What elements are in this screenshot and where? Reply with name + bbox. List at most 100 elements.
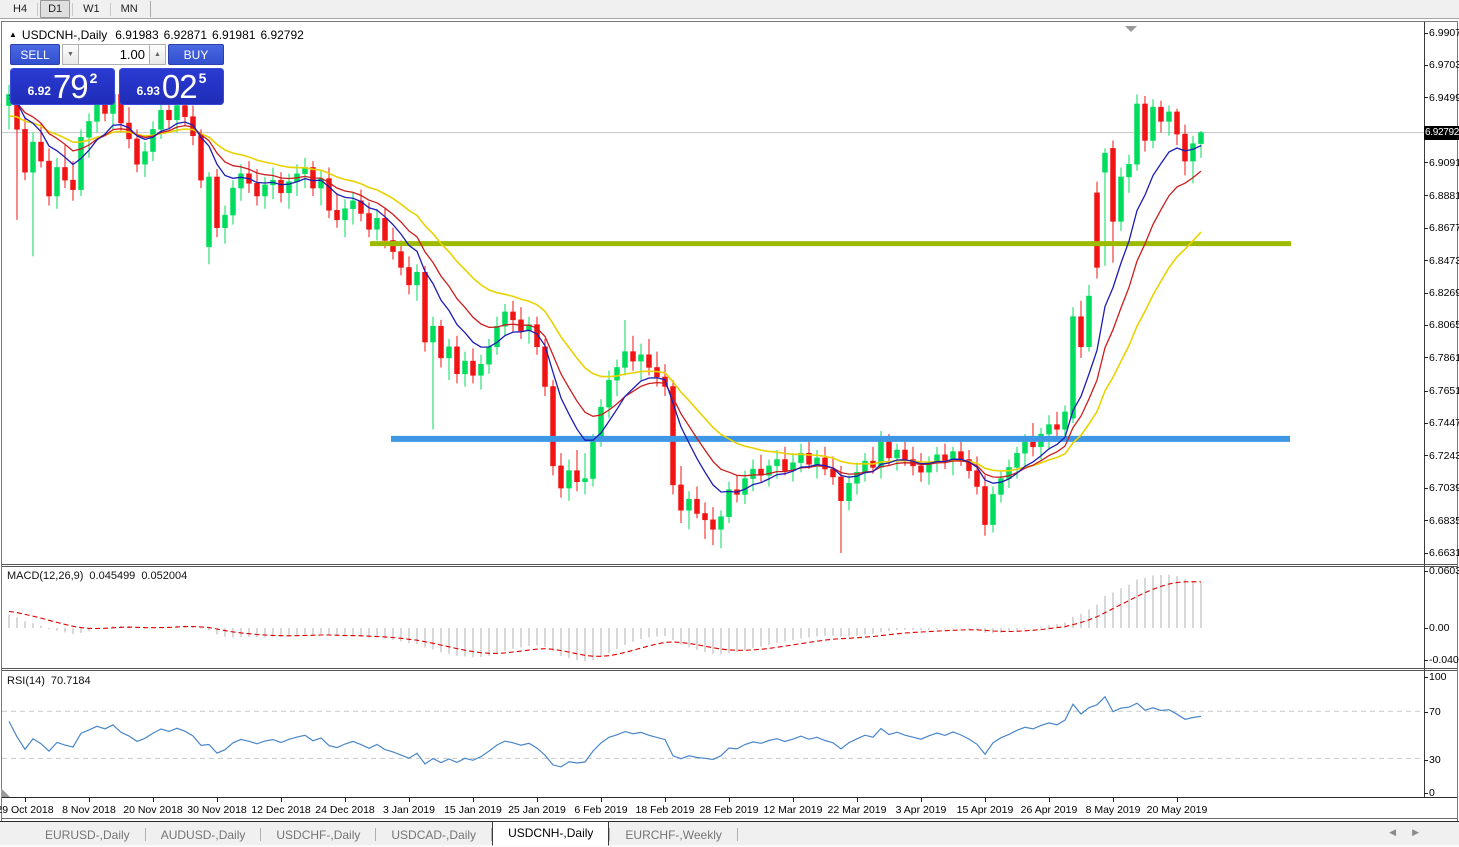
one-click-trade-panel: SELL ▼ 1.00 ▲ BUY 6.92 79 2 6.93 02 5 bbox=[10, 44, 224, 105]
support-line[interactable] bbox=[391, 435, 1290, 442]
toolbar-separator bbox=[109, 2, 111, 16]
date-tick bbox=[345, 798, 346, 802]
date-tick bbox=[537, 798, 538, 802]
price-axis-label: 6.80650 bbox=[1429, 319, 1459, 332]
ask-price-box[interactable]: 6.93 02 5 bbox=[119, 68, 224, 105]
rsi-header: RSI(14) 70.7184 bbox=[7, 675, 91, 687]
resistance-line[interactable] bbox=[370, 241, 1291, 247]
price-axis-label: 6.99070 bbox=[1429, 27, 1459, 39]
rsi-axis-label: 0 bbox=[1429, 787, 1435, 799]
bid-price-pip: 2 bbox=[89, 70, 98, 86]
chart-title: ▲ USDCNH-,Daily 6.91983 6.92871 6.91981 … bbox=[9, 28, 304, 42]
macd-main-value: 0.045499 bbox=[89, 570, 136, 582]
price-axis-label: 6.86770 bbox=[1429, 222, 1459, 235]
ohlc-high: 6.92871 bbox=[163, 28, 208, 42]
price-axis-label: 6.97030 bbox=[1429, 59, 1459, 72]
axis-tick bbox=[1424, 292, 1428, 294]
chart-shift-marker-icon[interactable] bbox=[1125, 26, 1137, 32]
tab-scroll-right-icon[interactable]: ▶ bbox=[1412, 827, 1419, 838]
timeframe-w1-button[interactable]: W1 bbox=[75, 0, 108, 18]
axis-tick bbox=[1424, 324, 1428, 326]
date-tick bbox=[281, 798, 282, 802]
macd-panel bbox=[8, 574, 1202, 662]
macd-axis-label: -0.04041 bbox=[1429, 654, 1459, 666]
rsi-line bbox=[8, 695, 1202, 768]
tab-eurusd-daily[interactable]: EURUSD-,Daily bbox=[30, 825, 145, 845]
price-axis-label: 6.72430 bbox=[1429, 449, 1459, 462]
axis-tick bbox=[1424, 32, 1428, 34]
timeframe-mn-button[interactable]: MN bbox=[113, 0, 146, 18]
price-axis-label: 6.70390 bbox=[1429, 482, 1459, 495]
ask-price-big: 02 bbox=[161, 68, 198, 105]
timeframe-h4-button[interactable]: H4 bbox=[5, 0, 35, 18]
rsi-panel bbox=[2, 695, 1424, 768]
trade-panel-toggle-icon[interactable]: ▲ bbox=[9, 30, 17, 39]
axis-tick bbox=[1424, 260, 1428, 262]
axis-tick bbox=[1424, 520, 1428, 522]
price-axis-label: 6.66310 bbox=[1429, 547, 1459, 559]
volume-decrease-button[interactable]: ▼ bbox=[62, 44, 79, 65]
tab-separator bbox=[736, 828, 738, 841]
timeframe-d1-button[interactable]: D1 bbox=[40, 0, 71, 18]
macd-signal-line bbox=[8, 581, 1202, 657]
date-tick bbox=[89, 798, 90, 802]
axis-tick bbox=[1424, 64, 1428, 66]
symbol-period-label: USDCNH-,Daily bbox=[21, 28, 108, 42]
date-label: 18 Feb 2019 bbox=[635, 804, 695, 816]
date-label: 6 Feb 2019 bbox=[574, 804, 628, 816]
axis-tick bbox=[1424, 422, 1428, 424]
date-label: 20 Nov 2018 bbox=[123, 804, 183, 816]
axis-tick bbox=[1424, 676, 1428, 678]
date-tick bbox=[601, 798, 602, 802]
price-axis-label: 6.76510 bbox=[1429, 385, 1459, 398]
macd-title: MACD(12,26,9) bbox=[7, 570, 84, 582]
date-label: 15 Apr 2019 bbox=[956, 804, 1014, 816]
tab-scroll-left-icon[interactable]: ◀ bbox=[1389, 827, 1396, 838]
axis-tick bbox=[1424, 627, 1428, 629]
date-label: 24 Dec 2018 bbox=[315, 804, 375, 816]
date-label: 3 Jan 2019 bbox=[383, 804, 435, 816]
buy-button[interactable]: BUY bbox=[168, 44, 224, 65]
macd-axis-label: 0.060342 bbox=[1429, 565, 1459, 577]
tab-usdchf-daily[interactable]: USDCHF-,Daily bbox=[261, 825, 375, 845]
volume-input[interactable]: 1.00 bbox=[79, 44, 149, 65]
volume-increase-button[interactable]: ▲ bbox=[149, 44, 166, 65]
bid-price-box[interactable]: 6.92 79 2 bbox=[10, 68, 115, 105]
axis-tick bbox=[1424, 390, 1428, 392]
rsi-axis-label: 100 bbox=[1429, 671, 1447, 683]
date-label: 8 May 2019 bbox=[1085, 804, 1141, 816]
axis-tick bbox=[1424, 659, 1428, 661]
sell-button[interactable]: SELL bbox=[10, 44, 60, 65]
ask-price-pip: 5 bbox=[198, 70, 207, 86]
tab-eurchf-weekly[interactable]: EURCHF-,Weekly bbox=[610, 825, 736, 845]
tab-audusd-daily[interactable]: AUDUSD-,Daily bbox=[146, 825, 261, 845]
rsi-title: RSI(14) bbox=[7, 675, 45, 687]
price-axis-label: 6.90910 bbox=[1429, 156, 1459, 169]
scroll-begin-grip-icon bbox=[1, 788, 10, 797]
macd-signal-value: 0.052004 bbox=[141, 570, 188, 582]
ask-price-prefix: 6.93 bbox=[136, 84, 160, 98]
date-tick bbox=[473, 798, 474, 802]
date-tick bbox=[25, 798, 26, 802]
axis-tick bbox=[1424, 487, 1428, 489]
date-label: 3 Apr 2019 bbox=[895, 804, 947, 816]
date-label: 22 Mar 2019 bbox=[827, 804, 887, 816]
axis-tick bbox=[1424, 759, 1428, 761]
price-axis-label: 6.68350 bbox=[1429, 514, 1459, 527]
date-label: 12 Dec 2018 bbox=[251, 804, 311, 816]
tab-usdcad-daily[interactable]: USDCAD-,Daily bbox=[376, 825, 491, 845]
toolbar-separator bbox=[72, 2, 74, 16]
axis-tick bbox=[1424, 195, 1428, 197]
chart-canvas bbox=[1, 21, 1458, 846]
rsi-axis-label: 30 bbox=[1429, 754, 1441, 766]
axis-tick bbox=[1424, 357, 1428, 359]
ohlc-close: 6.92792 bbox=[260, 28, 304, 42]
tab-usdcnh-daily[interactable]: USDCNH-,Daily bbox=[492, 821, 610, 846]
macd-header: MACD(12,26,9) 0.045499 0.052004 bbox=[7, 570, 187, 582]
date-tick bbox=[1177, 798, 1178, 802]
date-tick bbox=[985, 798, 986, 802]
timeframe-toolbar: H4 D1 W1 MN bbox=[0, 0, 1459, 19]
date-label: 28 Feb 2019 bbox=[699, 804, 759, 816]
date-tick bbox=[921, 798, 922, 802]
price-axis-label: 6.82690 bbox=[1429, 287, 1459, 299]
